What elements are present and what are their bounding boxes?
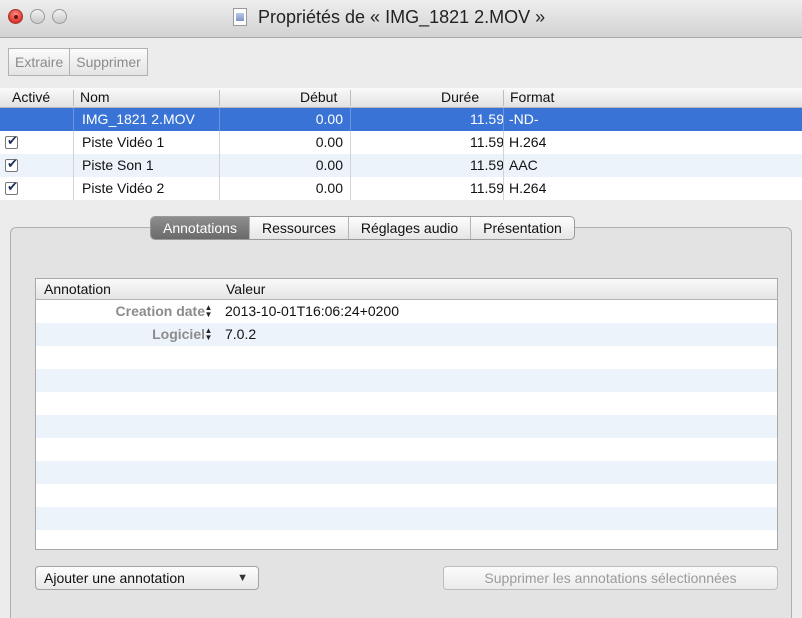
column-header-enabled[interactable]: Activé (12, 89, 50, 105)
delete-track-button[interactable]: Supprimer (70, 48, 148, 76)
column-header-name[interactable]: Nom (80, 89, 110, 105)
track-duration: 11.59 (470, 157, 504, 173)
annotation-empty-row (36, 507, 777, 530)
annotation-row[interactable]: Logiciel ▲ ▼ 7.0.2 (36, 323, 777, 346)
column-header-format[interactable]: Format (510, 89, 554, 105)
extract-button[interactable]: Extraire (8, 48, 71, 76)
column-header-start[interactable]: Début (300, 89, 337, 105)
track-name: Piste Vidéo 1 (82, 134, 165, 150)
track-format: AAC (509, 157, 538, 173)
track-format: H.264 (509, 180, 547, 196)
track-enabled-checkbox[interactable] (5, 156, 18, 172)
table-row[interactable]: IMG_1821 2.MOV 0.00 11.59 -ND- (0, 108, 802, 131)
track-start: 0.00 (315, 180, 343, 196)
tab-resources[interactable]: Ressources (248, 217, 348, 239)
track-enabled-checkbox[interactable] (5, 133, 18, 149)
track-name: IMG_1821 2.MOV (82, 111, 195, 127)
track-format: -ND- (509, 111, 539, 127)
chevron-down-icon: ▼ (237, 572, 248, 584)
annotations-table-header: Annotation Valeur (36, 279, 777, 300)
annotation-empty-row (36, 484, 777, 507)
add-annotation-popup-button[interactable]: Ajouter une annotation ▼ (35, 566, 259, 590)
tracks-table-header: Activé Nom Début Durée Format (0, 88, 802, 108)
track-enabled-checkbox[interactable] (5, 179, 18, 195)
zoom-window-button[interactable] (52, 9, 67, 24)
annotation-key: Creation date (115, 303, 205, 319)
column-header-value[interactable]: Valeur (226, 281, 265, 297)
track-duration: 11.59 (470, 180, 504, 196)
table-row[interactable]: Piste Vidéo 1 0.00 11.59 H.264 (0, 131, 802, 154)
delete-selected-annotations-button[interactable]: Supprimer les annotations sélectionnées (443, 566, 778, 590)
annotation-value[interactable]: 2013-10-01T16:06:24+0200 (225, 303, 399, 319)
table-row[interactable]: Piste Vidéo 2 0.00 11.59 H.264 (0, 177, 802, 200)
tab-bar: Annotations Ressources Réglages audio Pr… (150, 216, 575, 240)
window-title: Propriétés de « IMG_1821 2.MOV » (258, 7, 546, 27)
annotation-empty-row (36, 438, 777, 461)
track-start: 0.00 (315, 157, 343, 173)
toolbar: Extraire Supprimer (8, 48, 148, 76)
track-start: 0.00 (315, 134, 343, 150)
annotations-table: Annotation Valeur Creation date ▲ ▼ 2013-… (35, 278, 778, 550)
table-row[interactable]: Piste Son 1 0.00 11.59 AAC (0, 154, 802, 177)
up-down-stepper-icon[interactable]: ▲ ▼ (204, 304, 213, 319)
annotation-empty-row (36, 530, 777, 549)
title-bar: Propriétés de « IMG_1821 2.MOV » (0, 0, 802, 38)
annotation-empty-row (36, 346, 777, 369)
annotation-empty-row (36, 369, 777, 392)
track-start: 0.00 (315, 111, 343, 127)
track-name: Piste Vidéo 2 (82, 180, 165, 196)
add-annotation-label: Ajouter une annotation (44, 570, 185, 586)
track-name: Piste Son 1 (82, 157, 154, 173)
annotation-row[interactable]: Creation date ▲ ▼ 2013-10-01T16:06:24+020… (36, 300, 777, 323)
annotations-rows: Creation date ▲ ▼ 2013-10-01T16:06:24+020… (36, 300, 777, 549)
up-down-stepper-icon[interactable]: ▲ ▼ (204, 327, 213, 342)
tab-presentation[interactable]: Présentation (470, 217, 574, 239)
tab-annotations[interactable]: Annotations (151, 217, 249, 239)
column-header-duration[interactable]: Durée (441, 89, 479, 105)
annotation-empty-row (36, 415, 777, 438)
movie-document-icon (233, 8, 247, 26)
column-header-annotation[interactable]: Annotation (44, 281, 111, 297)
minimize-window-button[interactable] (30, 9, 45, 24)
annotation-value[interactable]: 7.0.2 (225, 326, 256, 342)
track-duration: 11.59 (470, 111, 504, 127)
annotation-key: Logiciel (152, 326, 205, 342)
close-window-button[interactable] (8, 9, 23, 24)
annotation-empty-row (36, 392, 777, 415)
track-duration: 11.59 (470, 134, 504, 150)
tracks-table: Activé Nom Début Durée Format IMG_1821 2… (0, 88, 802, 200)
tab-audio-settings[interactable]: Réglages audio (347, 217, 470, 239)
track-format: H.264 (509, 134, 547, 150)
annotation-empty-row (36, 461, 777, 484)
